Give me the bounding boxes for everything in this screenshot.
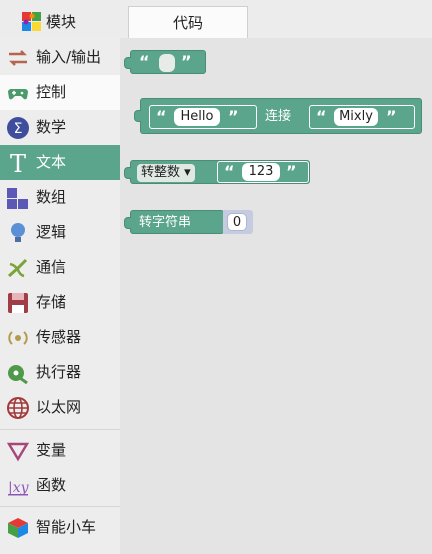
block-convert-int[interactable]: 转整数 ▾ “ 123 ” — [124, 160, 310, 184]
category-text[interactable]: T 文本 — [0, 145, 120, 180]
floppy-icon — [8, 293, 28, 313]
category-sidebar: 输入/输出 控制 Σ 数学 T 文本 数组 逻辑 通信 存储 传感器 执行器 以… — [0, 38, 120, 554]
to-string-label: 转字符串 — [139, 215, 192, 230]
join-left-input[interactable]: “ Hello ” — [149, 105, 257, 129]
category-io[interactable]: 输入/输出 — [0, 40, 120, 75]
puzzle-icon — [22, 12, 41, 31]
category-control[interactable]: 控制 — [0, 75, 120, 110]
svg-text:Σ: Σ — [14, 121, 23, 137]
convert-dropdown[interactable]: 转整数 ▾ — [137, 164, 195, 182]
category-array[interactable]: 数组 — [0, 180, 120, 215]
category-function[interactable]: |xy 函数 — [0, 468, 120, 503]
convert-input[interactable]: “ 123 ” — [217, 161, 309, 183]
cube-icon — [8, 518, 28, 538]
close-quote: ” — [181, 52, 192, 71]
blockly-workspace[interactable]: “ ” “ Hello ” 连接 “ Mixly ” 转整数 ▾ “ 123 ”… — [120, 38, 432, 554]
tab-modules-label: 模块 — [46, 13, 77, 31]
text-field-empty[interactable] — [159, 54, 175, 72]
category-variable[interactable]: 变量 — [0, 433, 120, 468]
tab-code[interactable]: 代码 — [128, 6, 248, 38]
text-t-icon: T — [10, 151, 26, 175]
antenna-icon — [8, 258, 28, 278]
text-field-123[interactable]: 123 — [242, 163, 280, 181]
category-ethernet[interactable]: 以太网 — [0, 390, 120, 425]
sensor-icon — [8, 331, 28, 345]
text-field-mixly[interactable]: Mixly — [334, 108, 378, 126]
variable-icon — [6, 442, 30, 462]
category-actuator[interactable]: 执行器 — [0, 355, 120, 390]
gamepad-icon — [8, 89, 28, 100]
join-label: 连接 — [265, 109, 292, 124]
category-smart-car[interactable]: 智能小车 — [0, 510, 120, 545]
sigma-icon: Σ — [7, 117, 29, 139]
tab-modules[interactable]: 模块 — [0, 6, 120, 38]
bulb-icon — [11, 223, 25, 242]
category-storage[interactable]: 存储 — [0, 285, 120, 320]
category-logic[interactable]: 逻辑 — [0, 215, 120, 250]
svg-text:T: T — [10, 151, 26, 175]
number-field-0[interactable]: 0 — [227, 213, 247, 231]
sidebar-divider-2 — [0, 506, 120, 507]
tab-bar: 模块 代码 — [0, 0, 432, 38]
join-right-input[interactable]: “ Mixly ” — [309, 105, 415, 129]
arrows-icon — [9, 50, 27, 66]
blocks-icon — [7, 188, 28, 209]
open-quote: “ — [139, 52, 150, 71]
block-text-join[interactable]: “ Hello ” 连接 “ Mixly ” — [134, 98, 422, 134]
block-to-string[interactable]: 转字符串 — [124, 210, 224, 234]
category-sensor[interactable]: 传感器 — [0, 320, 120, 355]
sidebar-divider — [0, 429, 120, 430]
function-icon: |xy — [8, 480, 30, 496]
text-field-hello[interactable]: Hello — [174, 108, 220, 126]
category-math[interactable]: Σ 数学 — [0, 110, 120, 145]
block-empty-text[interactable]: “ ” — [124, 50, 206, 74]
actuator-icon — [8, 365, 28, 385]
category-comm[interactable]: 通信 — [0, 250, 120, 285]
globe-icon — [7, 397, 29, 419]
svg-text:|xy: |xy — [8, 480, 30, 496]
